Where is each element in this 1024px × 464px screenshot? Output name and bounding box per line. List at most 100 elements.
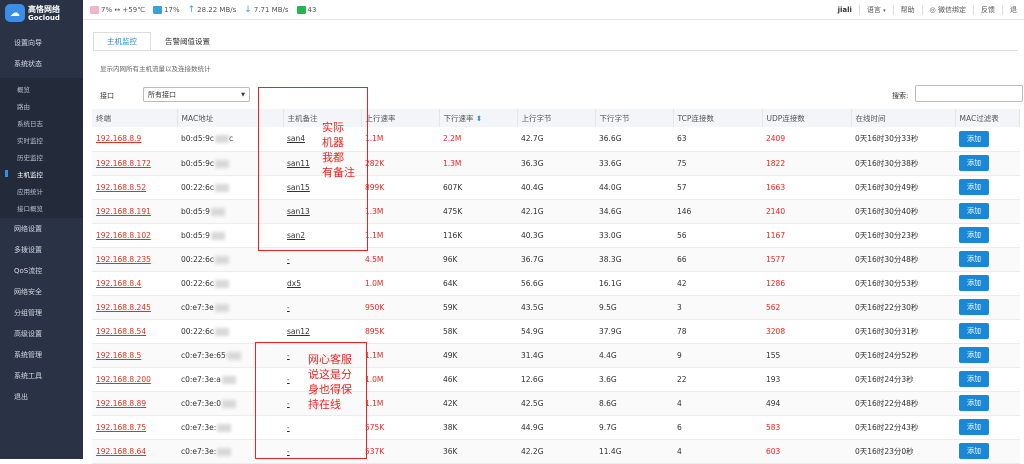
add-mac-filter-button[interactable]: 添加 [959,227,989,243]
nav-interface-overview[interactable]: 接口概览 [0,199,83,216]
add-mac-filter-button[interactable]: 添加 [959,275,989,291]
online-time: 0天16时22分30秒 [851,295,955,320]
host-ip-link[interactable]: 192.168.8.89 [96,399,146,408]
host-ip-link[interactable]: 192.168.8.9 [96,134,141,143]
nav-host-monitor[interactable]: 主机监控 [0,165,83,182]
col-online-time[interactable]: 在线时间 [851,109,956,127]
col-mac-filter[interactable]: MAC过滤表 [955,109,1020,127]
host-ip-link[interactable]: 192.168.8.4 [96,279,141,288]
annotation-2-line: 身也得保 [308,383,352,396]
col-down-rate[interactable]: 下行速率 ⬍ [439,109,518,127]
host-ip-link[interactable]: 192.168.8.245 [96,303,151,312]
up-bytes: 40.3G [517,223,595,248]
nav-history-monitor[interactable]: 历史监控 [0,148,83,165]
nav-network-settings[interactable]: 网络设置 [0,218,83,239]
help-link[interactable]: 帮助 [892,4,922,15]
up-rate: 899K [361,175,439,200]
tab-alert-threshold[interactable]: 告警阈值设置 [151,32,224,51]
down-rate: 64K [439,271,517,296]
mac-blur [217,423,232,432]
nav-overview[interactable]: 概览 [0,80,83,97]
add-mac-filter-button[interactable]: 添加 [959,251,989,267]
down-bytes: 9.5G [595,295,673,320]
add-mac-filter-button[interactable]: 添加 [959,179,989,195]
wechat-bind-link[interactable]: ◎ 微信绑定 [921,4,973,15]
nav-advanced-settings[interactable]: 高级设置 [0,323,83,344]
nav-qos[interactable]: QoS流控 [0,260,83,281]
down-rate: 1.3M [439,151,517,176]
down-bytes: 8.6G [595,391,673,416]
tcp-count: 75 [673,151,762,176]
host-note-link[interactable]: - [287,303,290,312]
mac-blur [215,279,230,288]
col-up-rate[interactable]: 上行速率 [361,109,440,127]
add-mac-filter-button[interactable]: 添加 [959,443,989,459]
nav-setup-wizard[interactable]: 设置向导 [0,32,83,53]
host-ip-link[interactable]: 192.168.8.75 [96,423,146,432]
tab-host-monitor[interactable]: 主机监控 [93,32,151,51]
host-note-link[interactable]: dx5 [287,279,301,288]
system-status-submenu: 概览 路由 系统日志 实时监控 历史监控 主机监控 应用统计 接口概览 [0,78,83,218]
host-ip-link[interactable]: 192.168.8.5 [96,351,141,360]
down-rate: 36K [439,439,517,464]
mac-blur [214,303,229,312]
nav-realtime-monitor[interactable]: 实时监控 [0,131,83,148]
feedback-link[interactable]: 反馈 [973,4,1002,15]
host-ip-link[interactable]: 192.168.8.52 [96,183,146,192]
add-mac-filter-button[interactable]: 添加 [959,155,989,171]
add-mac-filter-button[interactable]: 添加 [959,323,989,339]
nav-exit[interactable]: 退出 [0,386,83,407]
host-note-link[interactable]: san12 [287,327,310,336]
host-ip-link[interactable]: 192.168.8.64 [96,447,146,456]
search-input[interactable] [915,85,1023,102]
nav-route[interactable]: 路由 [0,97,83,114]
down-bytes: 11.4G [595,439,673,464]
add-mac-filter-button[interactable]: 添加 [959,371,989,387]
brand-name-cn: 高恪网络 [28,4,60,14]
nav-system-status[interactable]: 系统状态 [0,53,83,74]
col-tcp[interactable]: TCP连接数 [673,109,763,127]
host-ip-link[interactable]: 192.168.8.200 [96,375,151,384]
nav-network-security[interactable]: 网络安全 [0,281,83,302]
annotation-1-line: 实际 [322,121,344,134]
up-rate: 1.1M [361,343,439,368]
add-mac-filter-button[interactable]: 添加 [959,395,989,411]
add-mac-filter-button[interactable]: 添加 [959,299,989,315]
annotation-1-line: 我都 [322,151,344,164]
down-bytes: 4.4G [595,343,673,368]
interface-select[interactable]: 所有接口 ▼ [143,87,250,102]
nav-system-log[interactable]: 系统日志 [0,114,83,131]
nav-system-management[interactable]: 系统管理 [0,344,83,365]
host-ip-link[interactable]: 192.168.8.172 [96,159,151,168]
online-time: 0天16时30分33秒 [851,127,955,152]
add-mac-filter-button[interactable]: 添加 [959,419,989,435]
nav-group-management[interactable]: 分组管理 [0,302,83,323]
host-note-link[interactable]: - [287,255,290,264]
down-rate: 46K [439,367,517,392]
table-row: 192.168.8.172 b0:d5:9c san11 282K 1.3M 36.3G 3… [92,151,1020,176]
mac-address: b0:d5:9 [181,230,210,240]
col-terminal[interactable]: 终端 [92,109,178,127]
host-ip-link[interactable]: 192.168.8.54 [96,327,146,336]
host-ip-link[interactable]: 192.168.8.191 [96,207,151,216]
online-time: 0天16时30分38秒 [851,151,955,176]
nav-multi-dial[interactable]: 多拨设置 [0,239,83,260]
add-mac-filter-button[interactable]: 添加 [959,130,989,147]
online-time: 0天16时30分40秒 [851,199,955,224]
add-mac-filter-button[interactable]: 添加 [959,203,989,219]
nav-app-stats[interactable]: 应用统计 [0,182,83,199]
up-bytes: 12.6G [517,367,595,392]
col-up-bytes[interactable]: 上行字节 [517,109,596,127]
col-down-bytes[interactable]: 下行字节 [595,109,674,127]
udp-count: 1663 [762,175,851,200]
logout-link[interactable]: 退 [1002,4,1024,15]
host-ip-link[interactable]: 192.168.8.235 [96,255,151,264]
nav-system-tools[interactable]: 系统工具 [0,365,83,386]
col-udp[interactable]: UDP连接数 [762,109,852,127]
udp-count: 3208 [762,319,851,344]
up-rate: 1.0M [361,271,439,296]
host-ip-link[interactable]: 192.168.8.102 [96,231,151,240]
add-mac-filter-button[interactable]: 添加 [959,347,989,363]
mac-address: 00:22:6c [181,278,215,288]
language-menu[interactable]: 语言 ▾ [858,4,893,15]
